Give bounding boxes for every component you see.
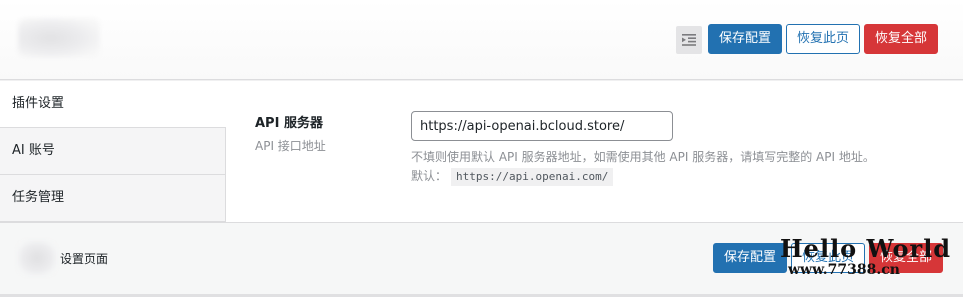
indent-icon-svg [682, 34, 696, 46]
page-header: 保存配置 恢复此页 恢复全部 [0, 0, 963, 80]
api-server-sublabel: API 接口地址 [255, 139, 326, 153]
nav-item-ai-account[interactable]: AI 账号 [0, 128, 225, 175]
footer-save-config-button[interactable]: 保存配置 [713, 243, 787, 273]
api-server-input[interactable] [411, 111, 673, 141]
footer-title: 设置页面 [60, 252, 109, 266]
default-api-url: https://api.openai.com/ [451, 168, 614, 186]
footer-restore-page-button[interactable]: 恢复此页 [791, 243, 865, 273]
blurred-footer-logo [18, 241, 56, 275]
indent-icon[interactable] [676, 26, 702, 54]
blurred-logo [18, 18, 100, 58]
restore-page-button[interactable]: 恢复此页 [786, 24, 860, 54]
settings-nav: 插件设置 AI 账号 任务管理 [0, 81, 226, 222]
description-text: 不填则使用默认 API 服务器地址，如需使用其他 API 服务器，请填写完整的 … [411, 150, 875, 164]
save-config-button[interactable]: 保存配置 [708, 24, 782, 54]
footer-restore-all-button[interactable]: 恢复全部 [869, 243, 943, 273]
default-prefix: 默认： [411, 169, 448, 183]
restore-all-button[interactable]: 恢复全部 [864, 24, 938, 54]
settings-panel: API 服务器 API 接口地址 不填则使用默认 API 服务器地址，如需使用其… [226, 81, 963, 222]
nav-item-plugin-settings[interactable]: 插件设置 [0, 81, 226, 128]
api-server-label: API 服务器 [255, 116, 323, 131]
nav-item-task-management[interactable]: 任务管理 [0, 175, 225, 222]
api-server-description: 不填则使用默认 API 服务器地址，如需使用其他 API 服务器，请填写完整的 … [411, 148, 951, 186]
page-footer: 设置页面 保存配置 恢复此页 恢复全部 Hello World www.7738… [0, 222, 963, 294]
